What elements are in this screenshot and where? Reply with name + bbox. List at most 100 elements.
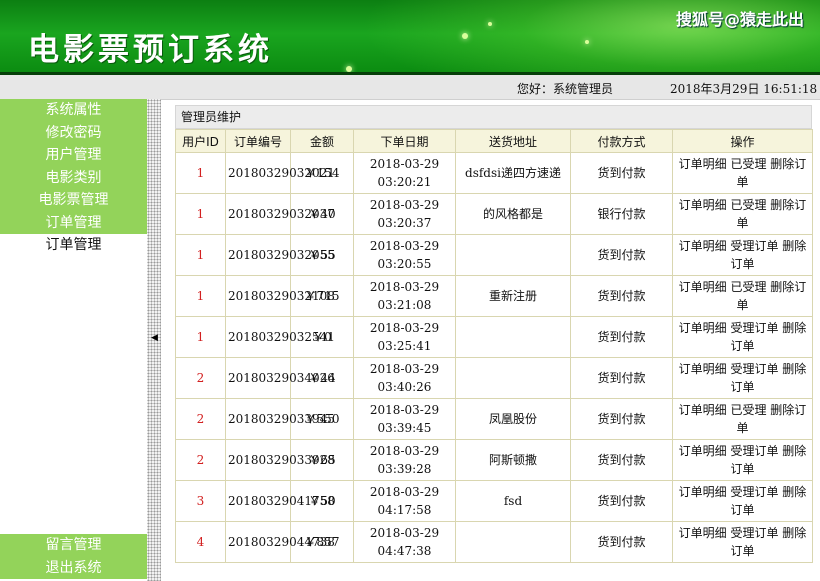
section-title: 管理员维护 xyxy=(175,105,812,129)
sidebar-item-ticket-management[interactable]: 电影票管理 xyxy=(0,189,147,212)
table-row: 1 20180329032021 ￥154 2018-03-29 03:20:21 ds… xyxy=(175,152,813,194)
datetime: 2018年3月29日 16:51:18 xyxy=(670,82,818,96)
order-date-cell: 2018-03-29 04:17:58 xyxy=(353,480,456,522)
user-id-cell: 2 xyxy=(175,439,226,481)
payment-cell: 货到付款 xyxy=(570,275,673,317)
column-header-amount: 金额 xyxy=(290,129,354,153)
column-header-actions: 操作 xyxy=(672,129,813,153)
sidebar-item-system-properties[interactable]: 系统属性 xyxy=(0,99,147,122)
actions-cell[interactable]: 订单明细 受理订单 删除订单 xyxy=(672,357,813,399)
address-cell: 凤凰股份 xyxy=(455,398,571,440)
sidebar-item-order-management[interactable]: 订单管理 xyxy=(0,211,147,234)
banner-sparkle xyxy=(585,40,589,44)
sidebar: 系统属性 修改密码 用户管理 电影类别 电影票管理 订单管理 订单管理 留言管理… xyxy=(0,99,147,581)
banner-sparkle xyxy=(488,22,492,26)
payment-cell: 货到付款 xyxy=(570,480,673,522)
payment-cell: 货到付款 xyxy=(570,357,673,399)
address-cell: fsd xyxy=(455,480,571,522)
actions-cell[interactable]: 订单明细 受理订单 删除订单 xyxy=(672,480,813,522)
order-no-cell: 20180329033928 xyxy=(225,439,335,481)
table-row: 1 20180329032541 ￥0 2018-03-29 03:25:41 货到付款… xyxy=(175,316,813,358)
user-id-cell: 1 xyxy=(175,152,226,194)
greeting: 您好：系统管理员 xyxy=(517,82,614,96)
order-date-cell: 2018-03-29 03:25:41 xyxy=(353,316,456,358)
order-no-cell: 20180329041758 xyxy=(225,480,335,522)
user-id-cell: 4 xyxy=(175,521,226,563)
order-date-cell: 2018-03-29 03:20:21 xyxy=(353,152,456,194)
address-cell: 重新注册 xyxy=(455,275,571,317)
table-header-row: 用户ID 订单编号 金额 下单日期 送货地址 付款方式 操作 xyxy=(175,129,813,153)
actions-cell[interactable]: 订单明细 受理订单 删除订单 xyxy=(672,316,813,358)
user-id-cell: 1 xyxy=(175,193,226,235)
user-id-cell: 1 xyxy=(175,316,226,358)
collapse-arrow-icon[interactable]: ◀ xyxy=(151,333,158,343)
address-cell xyxy=(455,316,571,358)
user-id-cell: 1 xyxy=(175,234,226,276)
app-title: 电影票预订系统 xyxy=(28,32,273,68)
orders-table: 用户ID 订单编号 金额 下单日期 送货地址 付款方式 操作 1 20180329… xyxy=(175,129,813,563)
user-id-cell: 1 xyxy=(175,275,226,317)
actions-cell[interactable]: 订单明细 已受理 删除订单 xyxy=(672,398,813,440)
user-id-cell: 3 xyxy=(175,480,226,522)
order-date-cell: 2018-03-29 03:20:37 xyxy=(353,193,456,235)
table-row: 2 20180329033945 ￥550 2018-03-29 03:39:45 凤凰… xyxy=(175,398,813,440)
address-cell xyxy=(455,521,571,563)
table-row: 1 20180329032108 ￥715 2018-03-29 03:21:08 重新… xyxy=(175,275,813,317)
sidebar-item-user-management[interactable]: 用户管理 xyxy=(0,144,147,167)
table-row: 2 20180329033928 ￥65 2018-03-29 03:39:28 阿斯顿… xyxy=(175,439,813,481)
actions-cell[interactable]: 订单明细 受理订单 删除订单 xyxy=(672,439,813,481)
address-cell: dsfdsi递四方速递 xyxy=(455,152,571,194)
order-no-cell: 20180329033945 xyxy=(225,398,335,440)
address-cell: 的风格都是 xyxy=(455,193,571,235)
order-no-cell: 20180329032037 xyxy=(225,193,335,235)
actions-cell[interactable]: 订单明细 已受理 删除订单 xyxy=(672,152,813,194)
table-row: 1 20180329032055 ￥55 2018-03-29 03:20:55 货到付… xyxy=(175,234,813,276)
order-no-cell: 20180329032108 xyxy=(225,275,335,317)
sidebar-item-change-password[interactable]: 修改密码 xyxy=(0,121,147,144)
actions-cell[interactable]: 订单明细 受理订单 删除订单 xyxy=(672,521,813,563)
table-row: 4 20180329044738 ￥857 2018-03-29 04:47:38 货到… xyxy=(175,521,813,563)
actions-cell[interactable]: 订单明细 已受理 删除订单 xyxy=(672,193,813,235)
address-cell xyxy=(455,234,571,276)
order-no-cell: 20180329032021 xyxy=(225,152,335,194)
actions-cell[interactable]: 订单明细 受理订单 删除订单 xyxy=(672,234,813,276)
sidebar-item-logout[interactable]: 退出系统 xyxy=(0,556,147,579)
payment-cell: 货到付款 xyxy=(570,152,673,194)
sidebar-bottom-group: 留言管理 退出系统 xyxy=(0,534,147,579)
sidebar-splitter[interactable]: ◀ xyxy=(147,99,161,581)
payment-cell: 货到付款 xyxy=(570,316,673,358)
user-id-cell: 2 xyxy=(175,357,226,399)
order-date-cell: 2018-03-29 03:21:08 xyxy=(353,275,456,317)
order-date-cell: 2018-03-29 03:39:45 xyxy=(353,398,456,440)
sidebar-item-message-management[interactable]: 留言管理 xyxy=(0,534,147,557)
payment-cell: 银行付款 xyxy=(570,193,673,235)
sidebar-item-order-management-active[interactable]: 订单管理 xyxy=(0,234,147,257)
banner-sparkle xyxy=(462,33,468,39)
order-date-cell: 2018-03-29 03:20:55 xyxy=(353,234,456,276)
actions-cell[interactable]: 订单明细 已受理 删除订单 xyxy=(672,275,813,317)
order-date-cell: 2018-03-29 03:40:26 xyxy=(353,357,456,399)
main-content: 管理员维护 用户ID 订单编号 金额 下单日期 送货地址 付款方式 操作 1 20… xyxy=(175,105,813,563)
order-date-cell: 2018-03-29 03:39:28 xyxy=(353,439,456,481)
sidebar-item-movie-category[interactable]: 电影类别 xyxy=(0,166,147,189)
column-header-user-id: 用户ID xyxy=(175,129,226,153)
column-header-payment: 付款方式 xyxy=(570,129,673,153)
payment-cell: 货到付款 xyxy=(570,521,673,563)
payment-cell: 货到付款 xyxy=(570,439,673,481)
column-header-order-date: 下单日期 xyxy=(353,129,456,153)
watermark: 搜狐号@猿走此出 xyxy=(675,10,804,29)
order-no-cell: 20180329032541 xyxy=(225,316,335,358)
payment-cell: 货到付款 xyxy=(570,234,673,276)
address-cell: 阿斯顿撒 xyxy=(455,439,571,481)
table-row: 3 20180329041758 ￥50 2018-03-29 04:17:58 fsd… xyxy=(175,480,813,522)
table-row: 2 20180329034026 ￥44 2018-03-29 03:40:26 货到付… xyxy=(175,357,813,399)
column-header-order-no: 订单编号 xyxy=(225,129,291,153)
order-no-cell: 20180329032055 xyxy=(225,234,335,276)
order-no-cell: 20180329044738 xyxy=(225,521,335,563)
user-id-cell: 2 xyxy=(175,398,226,440)
order-no-cell: 20180329034026 xyxy=(225,357,335,399)
table-row: 1 20180329032037 ￥40 2018-03-29 03:20:37 的风格… xyxy=(175,193,813,235)
header-banner: 电影票预订系统 搜狐号@猿走此出 xyxy=(0,0,820,75)
column-header-address: 送货地址 xyxy=(455,129,571,153)
order-date-cell: 2018-03-29 04:47:38 xyxy=(353,521,456,563)
